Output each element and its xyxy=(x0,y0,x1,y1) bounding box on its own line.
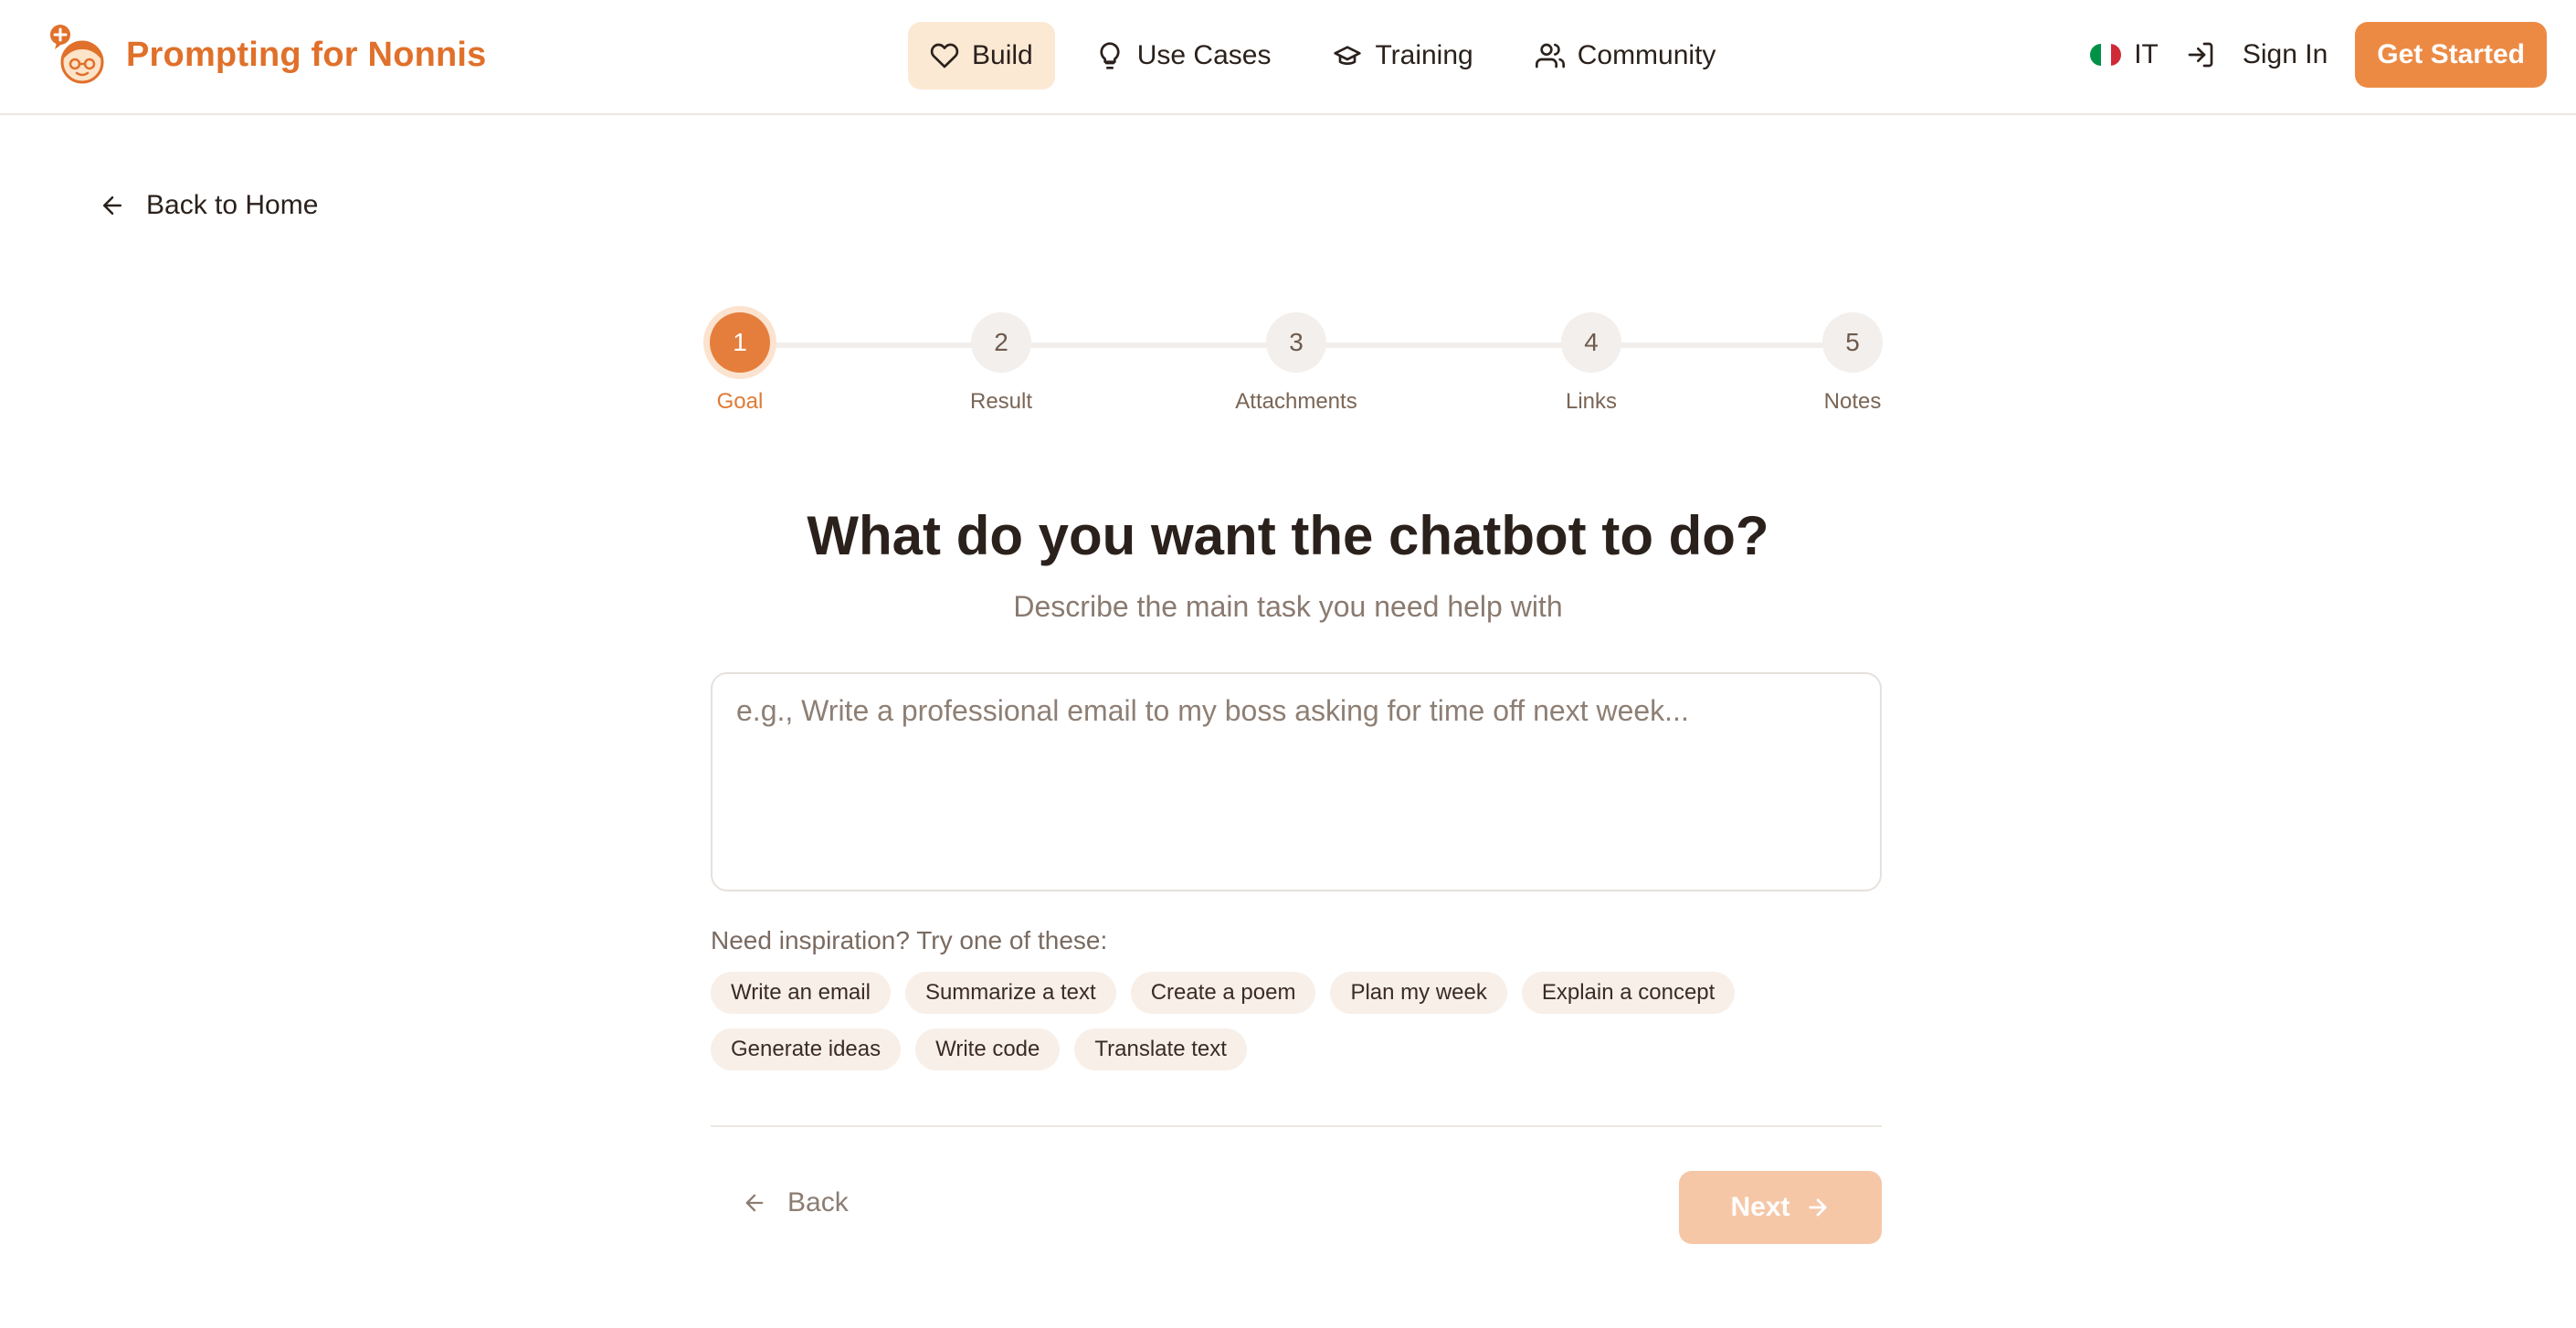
nav-item-label: Use Cases xyxy=(1136,40,1272,70)
step-result[interactable]: 2 Result xyxy=(910,312,1093,415)
suggestion-chip[interactable]: Write an email xyxy=(711,972,891,1014)
arrow-left-icon xyxy=(103,196,121,215)
arrow-right-icon xyxy=(1808,1198,1827,1217)
step-label: Attachments xyxy=(1235,389,1357,414)
nav-item-use-cases[interactable]: Use Cases xyxy=(1073,22,1293,90)
back-to-home-label: Back to Home xyxy=(146,190,319,220)
suggestion-chip[interactable]: Plan my week xyxy=(1330,972,1507,1014)
step-label: Notes xyxy=(1823,389,1882,414)
grandma-avatar-icon xyxy=(50,25,104,84)
language-code: IT xyxy=(2134,39,2159,69)
back-label: Back xyxy=(787,1187,849,1217)
step-goal[interactable]: 1 Goal xyxy=(649,312,831,415)
page-subtitle: Describe the main task you need help wit… xyxy=(1013,590,1563,623)
suggestion-chip[interactable]: Create a poem xyxy=(1130,972,1316,1014)
suggestion-chip[interactable]: Translate text xyxy=(1074,1028,1247,1070)
progress-stepper: 1 Goal 2 Result 3 Attachments 4 Links 5 … xyxy=(710,312,1883,431)
suggestion-chip[interactable]: Explain a concept xyxy=(1521,972,1736,1014)
header-actions: IT Sign In Get Started xyxy=(2090,22,2547,88)
step-attachments[interactable]: 3 Attachments xyxy=(1205,312,1388,415)
footer-divider xyxy=(711,1125,1882,1127)
brand-name: Prompting for Nonnis xyxy=(126,35,487,74)
suggestion-chip[interactable]: Summarize a text xyxy=(904,972,1116,1014)
step-number: 3 xyxy=(1266,312,1326,373)
heart-icon xyxy=(930,43,959,69)
next-button[interactable]: Next xyxy=(1679,1171,1882,1244)
page-title: What do you want the chatbot to do? xyxy=(807,505,1769,566)
sign-in-icon xyxy=(2188,42,2213,68)
step-links[interactable]: 4 Links xyxy=(1500,312,1683,415)
next-label: Next xyxy=(1730,1192,1790,1222)
arrow-left-icon xyxy=(745,1194,764,1212)
step-number: 2 xyxy=(971,312,1031,373)
nav-item-build[interactable]: Build xyxy=(908,22,1055,90)
nav-item-label: Training xyxy=(1375,40,1473,70)
goal-textarea[interactable] xyxy=(711,672,1882,891)
back-to-home-link[interactable]: Back to Home xyxy=(99,190,318,221)
step-number: 4 xyxy=(1561,312,1621,373)
back-button[interactable]: Back xyxy=(742,1187,849,1218)
nav-item-community[interactable]: Community xyxy=(1514,22,1738,90)
step-notes[interactable]: 5 Notes xyxy=(1761,312,1944,415)
step-number: 1 xyxy=(710,312,770,373)
get-started-button[interactable]: Get Started xyxy=(2355,22,2547,88)
suggestion-chip[interactable]: Write code xyxy=(915,1028,1061,1070)
step-label: Result xyxy=(969,389,1033,414)
nav-item-training[interactable]: Training xyxy=(1311,22,1494,90)
suggestion-chip[interactable]: Generate ideas xyxy=(711,1028,902,1070)
users-icon xyxy=(1535,43,1565,69)
step-number: 5 xyxy=(1822,312,1883,373)
inspiration-label: Need inspiration? Try one of these: xyxy=(711,926,1108,954)
graduation-cap-icon xyxy=(1334,46,1362,65)
italy-flag-icon xyxy=(2090,44,2122,66)
language-switcher[interactable]: IT xyxy=(2090,39,2159,70)
top-header: Prompting for Nonnis Build Use Cases Tra… xyxy=(0,0,2576,115)
step-label: Links xyxy=(1565,389,1618,414)
main-nav: Build Use Cases Training Community xyxy=(908,22,1737,90)
step-label: Goal xyxy=(716,389,764,414)
nav-item-label: Build xyxy=(972,40,1033,70)
lightbulb-icon xyxy=(1100,42,1120,69)
sign-in-link[interactable]: Sign In xyxy=(2186,39,2328,70)
brand-logo-link[interactable]: Prompting for Nonnis xyxy=(48,22,487,88)
nav-item-label: Community xyxy=(1577,40,1716,70)
sign-in-label: Sign In xyxy=(2242,39,2328,69)
inspiration-chips: Write an email Summarize a text Create a… xyxy=(711,972,1898,1070)
